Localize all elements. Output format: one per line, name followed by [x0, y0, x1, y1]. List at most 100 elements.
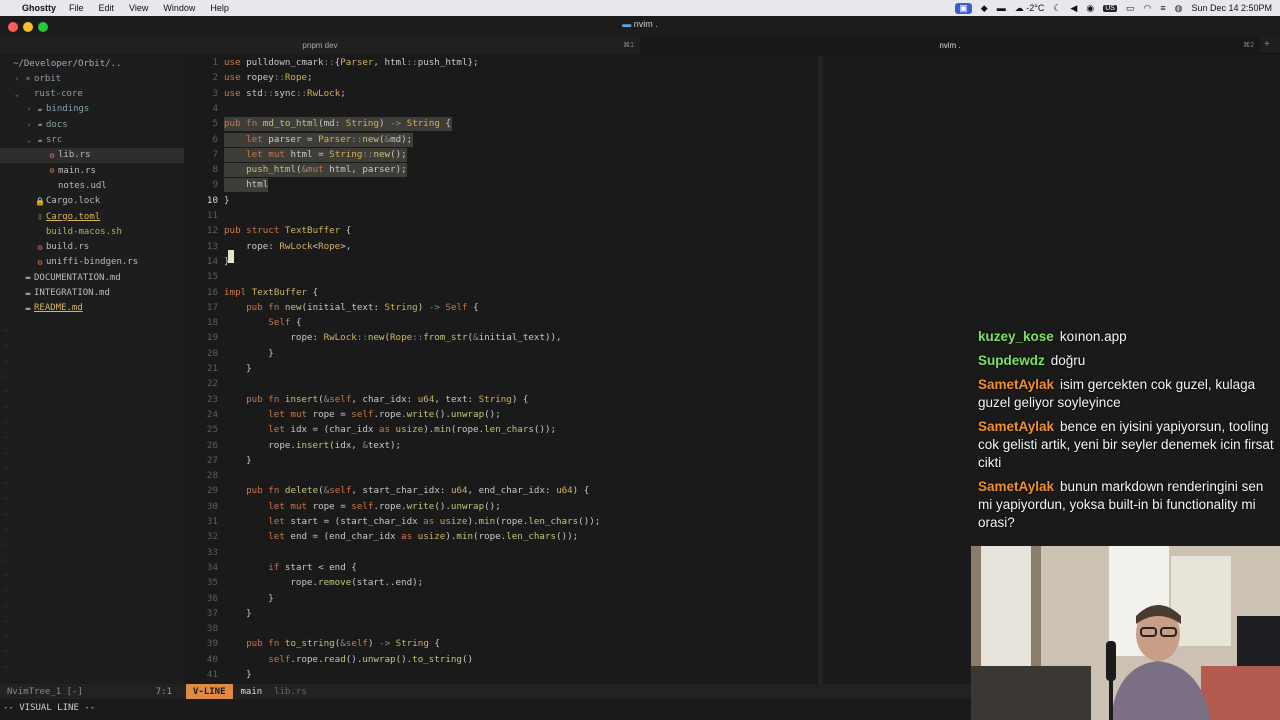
menu-file[interactable]: File	[69, 3, 84, 13]
file-type-icon: ▰	[37, 104, 43, 114]
tree-item[interactable]: ▬ README.md	[0, 301, 184, 316]
status-menus: ▣ ◆ ▬ ☁ -2°C ☾ ◀ ◉ US ▭ ◠ ≡ ◍ Sun Dec 14…	[955, 0, 1272, 16]
siri-icon[interactable]: ◍	[1175, 3, 1183, 14]
tree-item-label: INTEGRATION.md	[34, 288, 110, 298]
tab-label: nvim .	[939, 40, 961, 50]
tree-item[interactable]: ⌄ rust-core	[0, 87, 184, 102]
tree-arrow-icon[interactable]: ⌄	[24, 136, 34, 144]
tree-item-label: main.rs	[58, 165, 96, 176]
tree-arrow-icon[interactable]: ⌄	[12, 90, 22, 98]
tree-item-label: build-macos.sh	[46, 226, 122, 237]
control-center-icon[interactable]: ≡	[1160, 3, 1165, 13]
empty-line-marker: ~	[3, 372, 9, 382]
tree-item-label: rust-core	[34, 89, 83, 100]
chat-username: SametAylak	[978, 377, 1055, 392]
current-file: lib.rs	[274, 686, 307, 697]
tree-item-label: Cargo.lock	[46, 196, 101, 207]
tab-pnpm-dev[interactable]: pnpm dev ⌘1	[0, 36, 640, 54]
file-tree: ~/Developer/Orbit/.. › × orbit ⌄ rust-core › ▰…	[0, 56, 184, 684]
chat-message: kuzey_kose koınon.app	[978, 328, 1278, 346]
editor-scrollbar[interactable]	[818, 56, 823, 684]
tree-item[interactable]: › ▰ bindings	[0, 102, 184, 117]
clock[interactable]: Sun Dec 14 2:50PM	[1191, 3, 1272, 13]
tree-item[interactable]: ⚙ uniffi-bindgen.rs	[0, 255, 184, 270]
menu-view[interactable]: View	[129, 3, 148, 13]
keyboard-icon[interactable]: ▬	[997, 3, 1006, 13]
tree-item[interactable]: ⌄ ▰ src	[0, 133, 184, 148]
tree-item[interactable]: notes.udl	[0, 178, 184, 193]
code-line: if start < end {	[268, 561, 357, 573]
box-icon[interactable]: ◆	[981, 3, 988, 14]
tree-buffer-name: NvimTree_1 [-]	[7, 686, 83, 697]
line-number: 38	[206, 623, 218, 635]
battery-icon[interactable]: ▭	[1126, 3, 1135, 14]
chat-message: SametAylak bunun markdown renderingini se…	[978, 478, 1278, 532]
weather-widget[interactable]: ☁ -2°C	[1015, 3, 1045, 14]
tree-arrow-icon[interactable]: ›	[12, 75, 22, 83]
menu-help[interactable]: Help	[210, 3, 229, 13]
code-line: rope: RwLock<Rope>,	[224, 240, 352, 252]
chat-message: Supdewdz doğru	[978, 352, 1278, 370]
volume-icon[interactable]: ◀	[1070, 3, 1077, 14]
code-line: let end = (end_char_idx as usize).min(ro…	[268, 531, 579, 543]
moon-icon[interactable]: ☾	[1053, 3, 1061, 14]
empty-line-marker: ~	[3, 632, 9, 643]
line-number: 10	[206, 194, 218, 206]
line-number: 34	[206, 561, 218, 573]
tree-item[interactable]: › ▰ docs	[0, 117, 184, 132]
webcam-feed	[971, 546, 1280, 720]
code-line: }	[224, 592, 274, 604]
tab-label: pnpm dev	[302, 40, 338, 50]
line-number: 24	[206, 408, 218, 420]
menu-window[interactable]: Window	[163, 3, 195, 13]
line-number: 4	[212, 102, 218, 114]
input-source-label[interactable]: US	[1103, 4, 1117, 12]
code-line: pub fn md_to_html(md: String) -> String …	[224, 118, 451, 130]
tree-item-label: README.md	[34, 303, 83, 314]
tree-item[interactable]: 🔒 Cargo.lock	[0, 194, 184, 209]
tree-status: NvimTree_1 [-] 7:1	[0, 684, 186, 699]
chat-message: SametAylak bence en iyisini yapiyorsun, t…	[978, 418, 1278, 472]
code-line: push_html(&mut html, parser);	[246, 164, 407, 176]
code-line: use std::sync::RwLock;	[224, 87, 346, 99]
code-line: let parser = Parser::new(&md);	[246, 133, 413, 145]
line-number: 30	[206, 500, 218, 512]
tree-arrow-icon[interactable]: ›	[24, 121, 34, 129]
file-type-icon: ▬	[25, 303, 31, 313]
code-line: }	[224, 363, 252, 374]
line-number: 22	[206, 378, 218, 390]
app-menu[interactable]: Ghostty	[22, 3, 56, 13]
new-tab-button[interactable]: +	[1264, 39, 1270, 50]
file-type-icon: ▬	[25, 273, 31, 283]
tree-item[interactable]: build-macos.sh	[0, 224, 184, 239]
tree-item[interactable]: ⚙ lib.rs	[0, 147, 184, 163]
tree-item[interactable]: ⚙ main.rs	[0, 163, 184, 178]
code-line: impl TextBuffer {	[224, 286, 319, 298]
code-line: }	[224, 194, 230, 206]
code-line: }	[224, 669, 252, 680]
tree-item[interactable]: ▬ INTEGRATION.md	[0, 286, 184, 301]
tree-root[interactable]: ~/Developer/Orbit/..	[0, 56, 184, 71]
tree-arrow-icon[interactable]: ›	[24, 105, 34, 113]
tab-shortcut: ⌘1	[623, 42, 634, 49]
tree-item[interactable]: ▯ Cargo.toml	[0, 209, 184, 224]
line-number: 25	[206, 424, 218, 436]
tab-nvim[interactable]: nvim . ⌘2	[640, 36, 1260, 54]
menu-bar: Ghostty File Edit View Window Help ▣ ◆ ▬…	[0, 0, 1280, 16]
tree-item[interactable]: ⚙ build.rs	[0, 240, 184, 255]
line-number: 31	[206, 516, 218, 527]
screen-share-icon[interactable]: ▣	[955, 2, 972, 14]
file-type-icon: ▬	[25, 288, 31, 298]
wifi-icon[interactable]: ◠	[1143, 3, 1151, 14]
empty-line-marker: ~	[3, 326, 9, 337]
tree-item-label: uniffi-bindgen.rs	[46, 257, 139, 268]
menu-edit[interactable]: Edit	[99, 3, 115, 13]
chat-username: kuzey_kose	[978, 329, 1054, 344]
tree-item[interactable]: ▬ DOCUMENTATION.md	[0, 270, 184, 285]
tree-root-path: ~/Developer/Orbit/..	[13, 58, 122, 69]
empty-line-marker: ~	[3, 601, 9, 612]
tree-item[interactable]: › × orbit	[0, 71, 184, 86]
tree-item-label: bindings	[46, 104, 90, 115]
play-icon[interactable]: ◉	[1086, 3, 1094, 14]
line-number: 5	[212, 118, 218, 130]
